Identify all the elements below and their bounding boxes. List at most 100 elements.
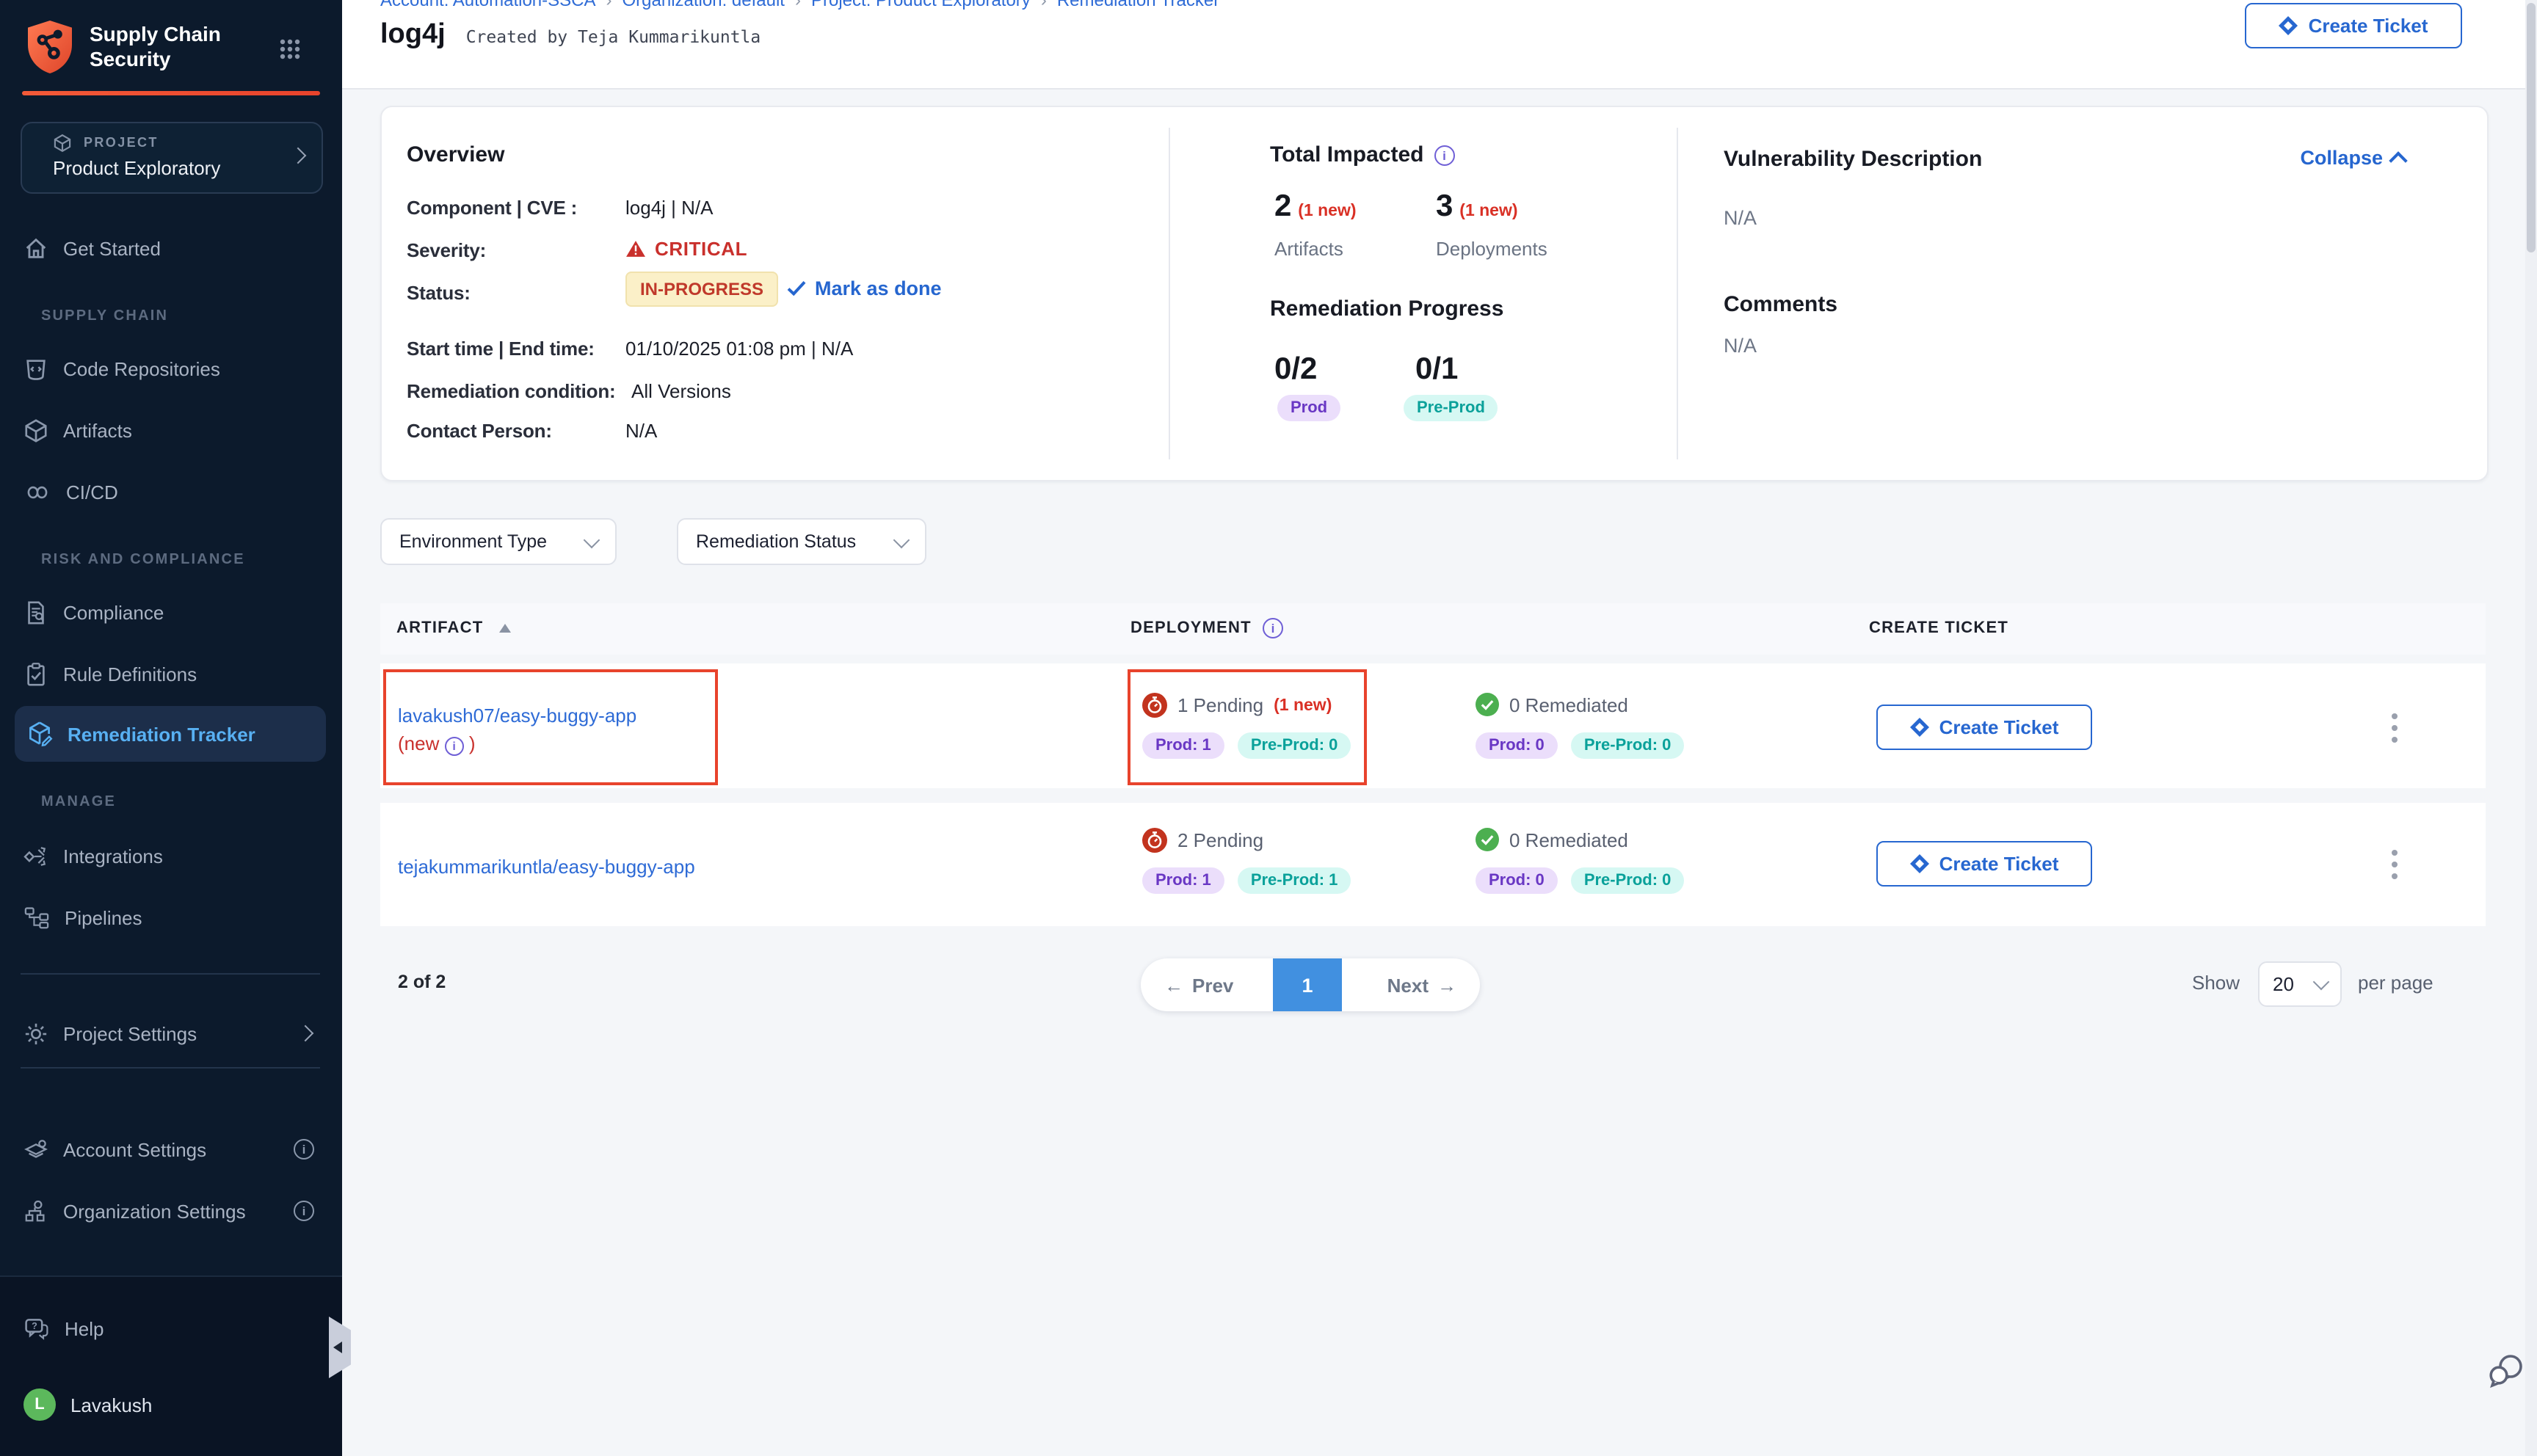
account-settings-icon: [23, 1137, 48, 1162]
create-ticket-button-row[interactable]: Create Ticket: [1876, 705, 2092, 750]
gear-icon: [23, 1021, 48, 1046]
breadcrumb-organization[interactable]: Organization: default: [623, 0, 785, 10]
scrollbar-thumb[interactable]: [2527, 3, 2536, 252]
user-menu[interactable]: L Lavakush: [23, 1386, 317, 1424]
breadcrumb-project[interactable]: Project: Product Exploratory: [811, 0, 1031, 10]
table-row: lavakush07/easy-buggy-app (new i ) 1 Pen…: [380, 663, 2486, 788]
brand: Supply Chain Security: [23, 18, 221, 76]
sidebar: Supply Chain Security PROJECT Product Ex…: [0, 0, 342, 1456]
info-icon[interactable]: i: [445, 737, 464, 756]
comments-heading: Comments: [1724, 292, 1837, 317]
sidebar-item-cicd[interactable]: CI/CD: [23, 473, 317, 511]
breadcrumb-account[interactable]: Account: Automation-SSCA: [380, 0, 596, 10]
section-manage: MANAGE: [41, 794, 116, 810]
info-icon[interactable]: i: [1434, 145, 1455, 165]
page-size-select[interactable]: 20: [2258, 961, 2342, 1007]
chevron-right-icon: [290, 148, 307, 164]
info-icon[interactable]: i: [294, 1201, 314, 1221]
sidebar-item-remediation-tracker[interactable]: Remediation Tracker: [15, 706, 326, 762]
artifact-new-flag: (new i ): [398, 729, 750, 757]
divider: [1677, 128, 1678, 459]
jira-diamond-icon: [1910, 718, 1929, 737]
total-impacted-heading: Total Impacted i: [1270, 142, 1455, 167]
chevron-down-icon: [584, 531, 600, 548]
arrow-right-icon: →: [1437, 974, 1456, 996]
section-risk-and-compliance: RISK AND COMPLIANCE: [41, 552, 245, 568]
sidebar-item-integrations[interactable]: Integrations: [23, 837, 317, 875]
sidebar-item-rule-definitions[interactable]: Rule Definitions: [23, 655, 317, 693]
collapse-button[interactable]: Collapse: [2300, 147, 2405, 169]
impacted-artifacts-label: Artifacts: [1274, 238, 1343, 260]
prev-page-button[interactable]: ← Prev: [1164, 958, 1233, 1011]
status-label: Status:: [407, 282, 471, 304]
organization-settings-icon: [23, 1198, 48, 1223]
prod-count-badge: Prod: 1: [1142, 867, 1224, 894]
component-cve-value: log4j | N/A: [625, 197, 714, 219]
sidebar-item-artifacts[interactable]: Artifacts: [23, 411, 317, 449]
divider: [1169, 128, 1170, 459]
divider: [21, 973, 320, 975]
warning-triangle-icon: [625, 239, 646, 258]
chevron-up-icon: [2389, 150, 2407, 169]
info-icon[interactable]: i: [1263, 618, 1283, 638]
impacted-artifacts-count: 2 (1 new): [1274, 189, 1357, 225]
create-ticket-button-row[interactable]: Create Ticket: [1876, 841, 2092, 887]
prod-count-badge: Prod: 1: [1142, 732, 1224, 759]
sidebar-item-organization-settings[interactable]: Organization Settings i: [23, 1192, 317, 1230]
info-icon[interactable]: i: [294, 1139, 314, 1160]
help-chat-icon: ?: [23, 1316, 50, 1341]
mark-as-done-button[interactable]: Mark as done: [787, 277, 942, 299]
table-row: tejakummarikuntla/easy-buggy-app 2 Pendi…: [380, 803, 2486, 926]
remediation-tracker-icon: [26, 721, 53, 747]
sidebar-item-account-settings[interactable]: Account Settings i: [23, 1130, 317, 1168]
impacted-deployments-count: 3 (1 new): [1436, 189, 1518, 225]
module-grid-icon[interactable]: [279, 38, 301, 60]
breadcrumb-page[interactable]: Remediation Tracker: [1057, 0, 1219, 10]
column-artifact: ARTIFACT: [396, 619, 483, 637]
prod-badge: Prod: [1277, 395, 1340, 421]
sidebar-item-compliance[interactable]: Compliance: [23, 593, 317, 631]
next-page-button[interactable]: Next →: [1387, 958, 1456, 1011]
sidebar-item-help[interactable]: ? Help: [23, 1309, 317, 1347]
remediation-progress-heading: Remediation Progress: [1270, 296, 1503, 321]
sidebar-collapse-handle[interactable]: [329, 1317, 351, 1378]
remediation-status-filter[interactable]: Remediation Status: [677, 518, 926, 565]
user-name: Lavakush: [70, 1394, 152, 1416]
breadcrumb: Account: Automation-SSCA › Organization: d…: [380, 0, 1219, 10]
column-create-ticket: CREATE TICKET: [1869, 619, 2008, 637]
brand-title: Supply Chain Security: [90, 22, 221, 72]
pending-clock-icon: [1142, 693, 1167, 718]
home-icon: [23, 236, 48, 261]
sidebar-item-project-settings[interactable]: Project Settings: [23, 1014, 317, 1052]
artifact-link[interactable]: lavakush07/easy-buggy-app: [398, 705, 636, 727]
pagination-summary: 2 of 2: [398, 972, 446, 992]
vulnerability-description-heading: Vulnerability Description: [1724, 147, 1982, 172]
create-ticket-button-header[interactable]: Create Ticket: [2245, 3, 2462, 48]
remediated-status: 0 Remediated: [1476, 693, 1628, 716]
pagination: ← Prev 1 Next →: [1141, 958, 1480, 1011]
project-name: Product Exploratory: [53, 157, 220, 179]
row-menu-button[interactable]: [2386, 844, 2403, 885]
per-page-label: per page: [2358, 972, 2433, 994]
sidebar-item-code-repositories[interactable]: Code Repositories: [23, 349, 317, 387]
support-chat-icon[interactable]: [2487, 1352, 2527, 1399]
page-number-button[interactable]: 1: [1273, 958, 1342, 1011]
compliance-document-icon: [23, 600, 48, 625]
sort-ascending-icon[interactable]: [499, 624, 511, 633]
jira-diamond-icon: [1910, 854, 1929, 873]
cicd-infinity-icon: [23, 479, 51, 504]
row-menu-button[interactable]: [2386, 707, 2403, 749]
breadcrumb-separator: ›: [1041, 0, 1047, 10]
sidebar-item-pipelines[interactable]: Pipelines: [23, 898, 317, 936]
show-label: Show: [2192, 972, 2240, 994]
time-label: Start time | End time:: [407, 338, 595, 360]
divider: [21, 1067, 320, 1069]
svg-text:?: ?: [32, 1320, 37, 1331]
integrations-icon: [23, 843, 48, 868]
artifact-link[interactable]: tejakummarikuntla/easy-buggy-app: [398, 853, 695, 881]
severity-label: Severity:: [407, 239, 486, 261]
sidebar-item-get-started[interactable]: Get Started: [23, 229, 317, 267]
page-title: log4j: [380, 19, 446, 51]
project-selector[interactable]: PROJECT Product Exploratory: [21, 122, 323, 194]
environment-type-filter[interactable]: Environment Type: [380, 518, 617, 565]
